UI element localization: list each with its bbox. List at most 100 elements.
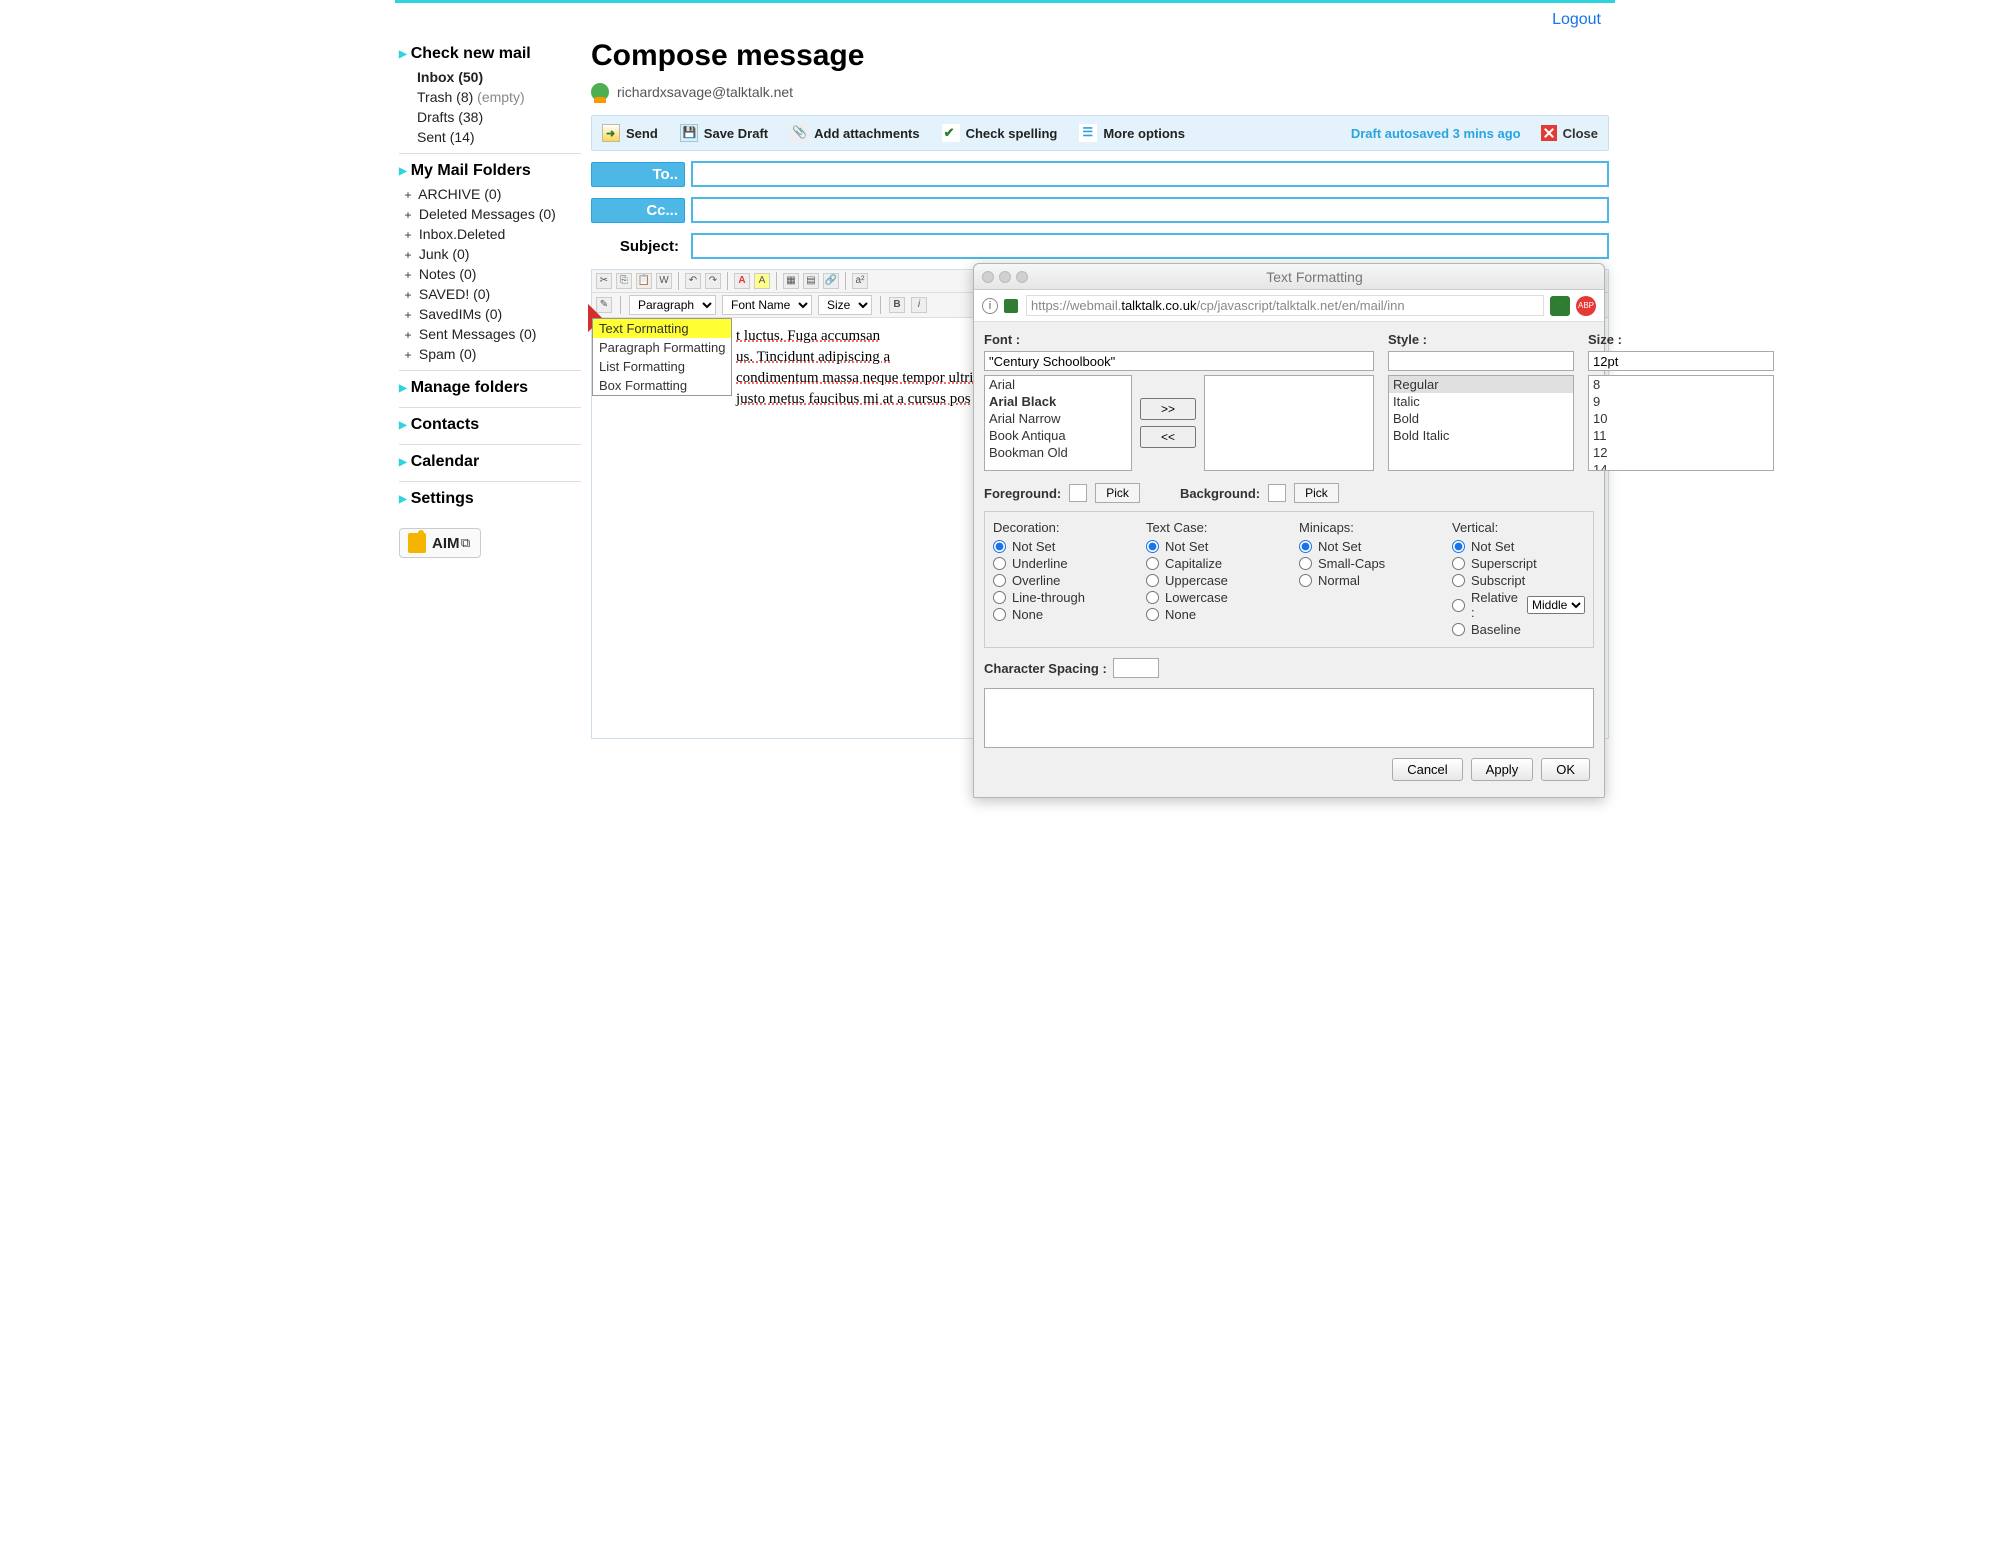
font-color-icon[interactable]: A <box>734 273 750 289</box>
share-icon[interactable] <box>1550 296 1570 316</box>
adblock-icon[interactable] <box>1576 296 1596 316</box>
relative-select[interactable]: Middle <box>1527 596 1585 614</box>
size-select[interactable]: Size <box>818 295 872 315</box>
sidebar-my-folders[interactable]: ▶ My Mail Folders <box>399 160 581 184</box>
sidebar-folder-sent[interactable]: + Sent Messages (0) <box>399 324 581 344</box>
minicaps-option[interactable]: Not Set <box>1299 539 1432 554</box>
sidebar-folder-inboxdeleted[interactable]: + Inbox.Deleted <box>399 224 581 244</box>
vertical-option[interactable]: Subscript <box>1452 573 1585 588</box>
subscript-icon[interactable]: a² <box>852 273 868 289</box>
sidebar-settings[interactable]: ▶ Settings <box>399 488 581 512</box>
undo-icon[interactable]: ↶ <box>685 273 701 289</box>
add-attachments-button[interactable]: Add attachments <box>790 124 919 142</box>
traffic-max-icon[interactable] <box>1016 271 1028 283</box>
italic-icon[interactable]: i <box>911 297 927 313</box>
sidebar-folder-archive[interactable]: + ARCHIVE (0) <box>399 184 581 204</box>
sidebar-folder-spam[interactable]: + Spam (0) <box>399 344 581 364</box>
font-list[interactable]: ArialArial BlackArial NarrowBook Antiqua… <box>984 375 1132 471</box>
paragraph-select[interactable]: Paragraph <box>629 295 716 315</box>
font-selected-list[interactable] <box>1204 375 1374 471</box>
sidebar-item-inbox[interactable]: Inbox (50) <box>399 67 581 87</box>
close-button[interactable]: Close <box>1541 125 1598 141</box>
sidebar-folder-junk[interactable]: + Junk (0) <box>399 244 581 264</box>
size-list[interactable]: 8910111214 <box>1588 375 1774 471</box>
link-icon[interactable]: 🔗 <box>823 273 839 289</box>
copy-icon[interactable]: ⎘ <box>616 273 632 289</box>
sidebar-item-sent[interactable]: Sent (14) <box>399 127 581 147</box>
sidebar-manage-folders[interactable]: ▶ Manage folders <box>399 377 581 401</box>
size-option[interactable]: 14 <box>1589 461 1773 471</box>
size-option[interactable]: 9 <box>1589 393 1773 410</box>
url-field[interactable]: https://webmail.talktalk.co.uk/cp/javasc… <box>1026 295 1544 316</box>
minicaps-option[interactable]: Normal <box>1299 573 1432 588</box>
decoration-option[interactable]: Not Set <box>993 539 1126 554</box>
textcase-option[interactable]: Lowercase <box>1146 590 1279 605</box>
style-option[interactable]: Italic <box>1389 393 1573 410</box>
format-icon[interactable]: ✎ <box>596 297 612 313</box>
aim-widget[interactable]: AIM ⧉ <box>399 528 481 558</box>
cc-button[interactable]: Cc... <box>591 198 685 223</box>
decoration-option[interactable]: None <box>993 607 1126 622</box>
style-option[interactable]: Regular <box>1389 376 1573 393</box>
bold-icon[interactable]: B <box>889 297 905 313</box>
charspacing-input[interactable] <box>1113 658 1159 678</box>
font-option[interactable]: Bookman Old <box>985 444 1131 461</box>
paste-icon[interactable]: 📋 <box>636 273 652 289</box>
minicaps-option[interactable]: Small-Caps <box>1299 556 1432 571</box>
font-option[interactable]: Arial Narrow <box>985 410 1131 427</box>
format-dropdown-item[interactable]: Box Formatting <box>593 376 731 395</box>
format-dropdown-item[interactable]: List Formatting <box>593 357 731 376</box>
font-option[interactable]: Arial Black <box>985 393 1131 410</box>
textcase-option[interactable]: None <box>1146 607 1279 622</box>
cut-icon[interactable]: ✂ <box>596 273 612 289</box>
move-right-button[interactable]: >> <box>1140 398 1196 420</box>
sidebar-item-trash[interactable]: Trash (8) (empty) <box>399 87 581 107</box>
style-input[interactable] <box>1388 351 1574 371</box>
decoration-option[interactable]: Underline <box>993 556 1126 571</box>
check-spelling-button[interactable]: Check spelling <box>942 124 1058 142</box>
sidebar-item-drafts[interactable]: Drafts (38) <box>399 107 581 127</box>
cc-input[interactable] <box>691 197 1609 223</box>
vertical-option[interactable]: Relative :Middle <box>1452 590 1585 620</box>
style-list[interactable]: RegularItalicBoldBold Italic <box>1388 375 1574 471</box>
sidebar-folder-notes[interactable]: + Notes (0) <box>399 264 581 284</box>
redo-icon[interactable]: ↷ <box>705 273 721 289</box>
ok-button[interactable]: OK <box>1541 758 1590 781</box>
foreground-pick-button[interactable]: Pick <box>1095 483 1140 503</box>
sidebar-contacts[interactable]: ▶ Contacts <box>399 414 581 438</box>
sidebar-folder-savedims[interactable]: + SavedIMs (0) <box>399 304 581 324</box>
vertical-option[interactable]: Superscript <box>1452 556 1585 571</box>
subject-input[interactable] <box>691 233 1609 259</box>
size-option[interactable]: 8 <box>1589 376 1773 393</box>
size-option[interactable]: 11 <box>1589 427 1773 444</box>
to-input[interactable] <box>691 161 1609 187</box>
apply-button[interactable]: Apply <box>1471 758 1534 781</box>
logout-link[interactable]: Logout <box>1552 11 1601 28</box>
decoration-option[interactable]: Overline <box>993 573 1126 588</box>
fontname-select[interactable]: Font Name <box>722 295 812 315</box>
sidebar-folder-saved[interactable]: + SAVED! (0) <box>399 284 581 304</box>
highlight-icon[interactable]: A <box>754 273 770 289</box>
send-button[interactable]: Send <box>602 124 658 142</box>
traffic-min-icon[interactable] <box>999 271 1011 283</box>
move-left-button[interactable]: << <box>1140 426 1196 448</box>
background-pick-button[interactable]: Pick <box>1294 483 1339 503</box>
size-input[interactable] <box>1588 351 1774 371</box>
style-option[interactable]: Bold <box>1389 410 1573 427</box>
textcase-option[interactable]: Capitalize <box>1146 556 1279 571</box>
more-options-button[interactable]: More options <box>1079 124 1185 142</box>
font-option[interactable]: Book Antiqua <box>985 427 1131 444</box>
traffic-close-icon[interactable] <box>982 271 994 283</box>
save-draft-button[interactable]: Save Draft <box>680 124 768 142</box>
sidebar-calendar[interactable]: ▶ Calendar <box>399 451 581 475</box>
background-swatch[interactable] <box>1268 484 1286 502</box>
textcase-option[interactable]: Not Set <box>1146 539 1279 554</box>
font-option[interactable]: Arial <box>985 376 1131 393</box>
insert-row-icon[interactable]: ▤ <box>803 273 819 289</box>
vertical-option[interactable]: Baseline <box>1452 622 1585 637</box>
cancel-button[interactable]: Cancel <box>1392 758 1462 781</box>
decoration-option[interactable]: Line-through <box>993 590 1126 605</box>
paste-word-icon[interactable]: W <box>656 273 672 289</box>
table-icon[interactable]: ▦ <box>783 273 799 289</box>
sidebar-check-mail[interactable]: ▶ Check new mail <box>399 43 581 67</box>
